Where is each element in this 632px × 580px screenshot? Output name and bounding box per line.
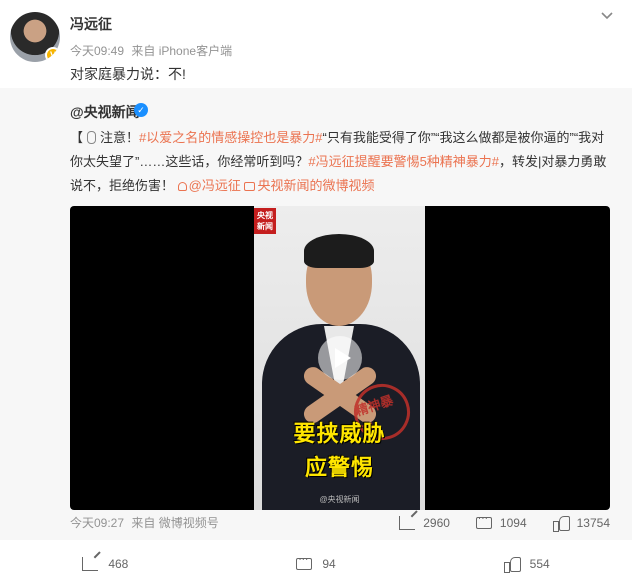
repost-like-count: 13754: [576, 516, 610, 530]
post-actions-bar: 468 94 554: [0, 548, 632, 580]
verified-blue-icon: ✓: [134, 103, 148, 117]
comment-button[interactable]: 94: [211, 548, 422, 580]
comment-icon: [296, 554, 313, 570]
post-time[interactable]: 今天09:49: [70, 44, 124, 58]
video-person-hair: [304, 234, 374, 268]
video-player[interactable]: 央视 新闻 精神暴力 要挟威胁 应警惕 @央视新闻: [70, 206, 610, 510]
post-source: 来自 iPhone客户端: [131, 44, 233, 58]
author-avatar[interactable]: V: [10, 12, 60, 62]
video-link-text: 央视新闻的微博视频: [257, 178, 375, 193]
repost-comment-button[interactable]: 1094: [475, 513, 527, 530]
author-name[interactable]: 冯远征: [70, 14, 112, 34]
play-icon[interactable]: [318, 336, 362, 380]
repost-share-button[interactable]: 2960: [399, 516, 450, 530]
like-icon: [503, 557, 521, 573]
repost-share-count: 2960: [423, 516, 450, 530]
video-caption-line1: 要挟威胁: [293, 421, 386, 446]
dropdown-chevron-icon[interactable]: [600, 10, 614, 24]
cctv-news-logo: 央视 新闻: [254, 208, 276, 234]
repost-actions: 2960 1094 13754: [399, 513, 610, 532]
like-button[interactable]: 554: [421, 548, 632, 580]
person-link-icon: [177, 182, 187, 191]
repost-time[interactable]: 今天09:27: [70, 516, 124, 530]
verified-badge-icon: V: [45, 47, 60, 62]
share-icon: [399, 516, 416, 530]
repost-text: 【注意！#以爱之名的情感操控也是暴力#“只有我能受得了你”“我这么做都是被你逼的…: [70, 126, 610, 198]
repost-source: 来自 微博视频号: [131, 516, 219, 530]
attention-text: 注意！: [100, 130, 140, 145]
post-text: 对家庭暴力说：不!: [70, 66, 186, 82]
mic-icon: [87, 131, 97, 144]
repost-like-button[interactable]: 13754: [552, 516, 610, 532]
video-watermark: @央视新闻: [319, 495, 360, 504]
comment-count: 94: [322, 557, 336, 571]
share-button[interactable]: 468: [0, 548, 211, 580]
video-caption-line2: 应警惕: [304, 455, 374, 480]
mention-text: @冯远征: [188, 178, 241, 193]
share-icon: [82, 557, 99, 571]
weibo-post-card: V 冯远征 今天09:49 来自 iPhone客户端 对家庭暴力说：不! @央视…: [0, 0, 632, 580]
repost-author[interactable]: @央视新闻: [70, 102, 140, 122]
like-icon: [552, 516, 570, 532]
share-count: 468: [108, 557, 129, 571]
bracket-open: 【: [70, 130, 84, 145]
comment-icon: [475, 513, 492, 529]
mention-link[interactable]: @冯远征: [177, 178, 241, 193]
repost-comment-count: 1094: [499, 516, 527, 530]
video-link-icon: [244, 182, 256, 191]
hashtag-link-1[interactable]: #以爱之名的情感操控也是暴力#: [139, 130, 322, 145]
like-count: 554: [529, 557, 550, 571]
video-link[interactable]: 央视新闻的微博视频: [244, 178, 374, 193]
repost-meta: 今天09:27 来自 微博视频号: [70, 514, 223, 531]
post-meta: 今天09:49 来自 iPhone客户端: [70, 42, 236, 59]
repost-box: @央视新闻 ✓ 【注意！#以爱之名的情感操控也是暴力#“只有我能受得了你”“我这…: [0, 88, 632, 540]
hashtag-link-2[interactable]: #冯远征提醒要警惕5种精神暴力#: [308, 154, 499, 169]
